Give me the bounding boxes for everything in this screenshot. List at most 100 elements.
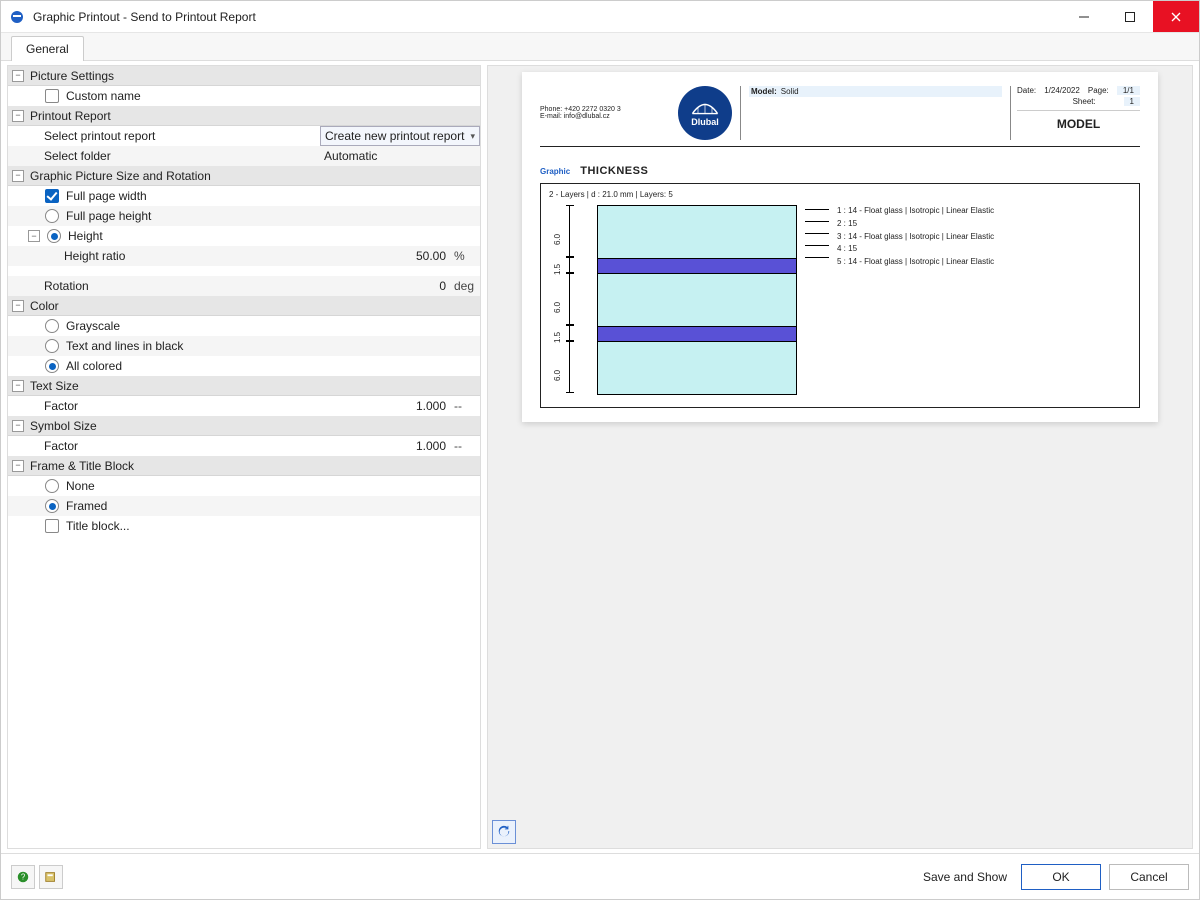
section-printout-report: − Printout Report (8, 106, 480, 126)
preview-scroll[interactable]: Phone: +420 2272 0320 3 E-mail: info@dlu… (488, 66, 1192, 848)
graphic-title: THICKNESS (580, 165, 648, 177)
row-grayscale[interactable]: Grayscale (8, 316, 480, 336)
row-full-height[interactable]: Full page height (8, 206, 480, 226)
section-text-size: − Text Size (8, 376, 480, 396)
row-height[interactable]: − Height (8, 226, 480, 246)
select-printout-report[interactable]: Create new printout report ▾ (320, 126, 480, 146)
checkbox-full-width[interactable] (45, 189, 59, 203)
row-full-width[interactable]: Full page width (8, 186, 480, 206)
section-color: − Color (8, 296, 480, 316)
chevron-down-icon: ▾ (470, 131, 475, 142)
svg-text:?: ? (21, 872, 26, 881)
value-text-factor[interactable]: 1.000 (354, 399, 450, 413)
label-all-colored: All colored (66, 359, 480, 373)
refresh-button[interactable] (492, 820, 516, 844)
layer-labels: 1 : 14 - Float glass | Isotropic | Linea… (837, 205, 1131, 395)
radio-text-black[interactable] (45, 339, 59, 353)
dim-value: 6.0 (553, 370, 562, 381)
collapse-icon[interactable]: − (12, 300, 24, 312)
label-full-height: Full page height (66, 209, 480, 223)
maximize-button[interactable] (1107, 1, 1153, 32)
label-title-block: Title block... (66, 519, 480, 533)
spacer (8, 266, 480, 276)
dialog-window: Graphic Printout - Send to Printout Repo… (0, 0, 1200, 900)
dim-value: 1.5 (553, 332, 562, 343)
section-symbol-size: − Symbol Size (8, 416, 480, 436)
window-title: Graphic Printout - Send to Printout Repo… (33, 10, 1061, 24)
preview-graphic-frame: 2 - Layers | d : 21.0 mm | Layers: 5 6.0… (540, 183, 1140, 408)
layer-label: 1 : 14 - Float glass | Isotropic | Linea… (837, 205, 1131, 218)
collapse-icon[interactable]: − (28, 230, 40, 242)
sheet-label: Sheet: (1073, 97, 1096, 106)
layer-label: 3 : 14 - Float glass | Isotropic | Linea… (837, 231, 1131, 244)
radio-full-height[interactable] (45, 209, 59, 223)
ok-button[interactable]: OK (1021, 864, 1101, 890)
graphic-subtitle: 2 - Layers | d : 21.0 mm | Layers: 5 (549, 190, 1131, 199)
help-button[interactable]: ? (11, 865, 35, 889)
model-heading: MODEL (1017, 110, 1140, 131)
row-title-block[interactable]: Title block... (8, 516, 480, 536)
radio-all-colored[interactable] (45, 359, 59, 373)
titlebar: Graphic Printout - Send to Printout Repo… (1, 1, 1199, 33)
checkbox-title-block[interactable] (45, 519, 59, 533)
layer-glass (598, 342, 796, 394)
preview-graphic-header: Graphic THICKNESS (540, 165, 1140, 177)
row-text-black[interactable]: Text and lines in black (8, 336, 480, 356)
row-frame-framed[interactable]: Framed (8, 496, 480, 516)
value-rotation[interactable]: 0 (354, 279, 450, 293)
model-value: Solid (781, 87, 799, 96)
row-frame-none[interactable]: None (8, 476, 480, 496)
label-text-black: Text and lines in black (66, 339, 480, 353)
dim-value: 1.5 (553, 264, 562, 275)
preview-page: Phone: +420 2272 0320 3 E-mail: info@dlu… (522, 72, 1158, 422)
dim-value: 6.0 (553, 234, 562, 245)
unit-rotation: deg (450, 279, 480, 293)
row-all-colored[interactable]: All colored (8, 356, 480, 376)
row-custom-name[interactable]: Custom name (8, 86, 480, 106)
row-rotation: Rotation 0 deg (8, 276, 480, 296)
collapse-icon[interactable]: − (12, 380, 24, 392)
label-symbol-factor: Factor (44, 439, 354, 453)
collapse-icon[interactable]: − (12, 460, 24, 472)
value-height-ratio[interactable]: 50.00 (354, 249, 450, 263)
radio-frame-framed[interactable] (45, 499, 59, 513)
value-symbol-factor[interactable]: 1.000 (354, 439, 450, 453)
checkbox-custom-name[interactable] (45, 89, 59, 103)
collapse-icon[interactable]: − (12, 110, 24, 122)
collapse-icon[interactable]: − (12, 420, 24, 432)
date-label: Date: (1017, 86, 1036, 95)
leader-lines (805, 205, 829, 393)
close-button[interactable] (1153, 1, 1199, 32)
label-height-ratio: Height ratio (64, 249, 354, 263)
collapse-icon[interactable]: − (12, 70, 24, 82)
layer-glass (598, 206, 796, 258)
preview-meta: Date:1/24/2022Page:1/1 Sheet:1 MODEL (1010, 86, 1140, 140)
page-value: 1/1 (1117, 86, 1140, 95)
layer-label: 2 : 15 (837, 218, 1131, 231)
layer-stack (597, 205, 797, 395)
graphic-label: Graphic (540, 167, 570, 176)
dim-value: 6.0 (553, 302, 562, 313)
radio-frame-none[interactable] (45, 479, 59, 493)
row-select-report: Select printout report Create new printo… (8, 126, 480, 146)
radio-height[interactable] (47, 229, 61, 243)
tabstrip: General (1, 33, 1199, 61)
cancel-button[interactable]: Cancel (1109, 864, 1189, 890)
section-title: Color (30, 299, 59, 313)
dimension-column: 6.0 1.5 6.0 1.5 6.0 (549, 205, 589, 393)
label-height: Height (68, 229, 480, 243)
radio-grayscale[interactable] (45, 319, 59, 333)
settings-tree: − Picture Settings Custom name − Printou… (7, 65, 481, 849)
tab-general[interactable]: General (11, 36, 84, 61)
page-label: Page: (1088, 86, 1109, 95)
save-and-show-button[interactable]: Save and Show (917, 864, 1013, 890)
settings-button[interactable] (39, 865, 63, 889)
section-title: Symbol Size (30, 419, 97, 433)
collapse-icon[interactable]: − (12, 170, 24, 182)
label-frame-none: None (66, 479, 480, 493)
label-text-factor: Factor (44, 399, 354, 413)
content-area: − Picture Settings Custom name − Printou… (1, 61, 1199, 853)
section-title: Picture Settings (30, 69, 114, 83)
minimize-button[interactable] (1061, 1, 1107, 32)
preview-model-box: Model: Solid (740, 86, 1002, 140)
